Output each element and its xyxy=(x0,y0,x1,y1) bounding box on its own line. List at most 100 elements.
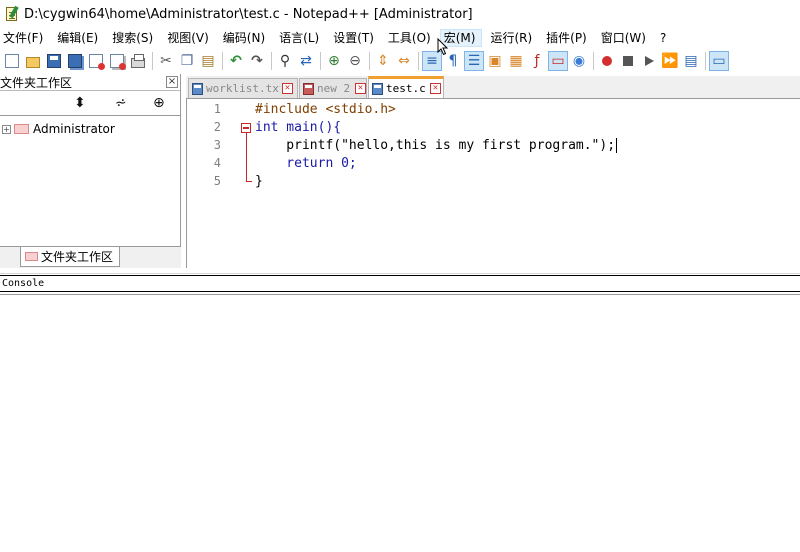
saved-file-icon xyxy=(372,82,383,95)
toolbar-separator xyxy=(705,52,706,70)
toolbar-separator xyxy=(369,52,370,70)
open-file-icon[interactable] xyxy=(23,51,43,71)
code-line: } xyxy=(255,173,263,191)
code-editor[interactable]: 1 2 3 4 5 #include <stdio.h> int main(){… xyxy=(186,98,800,268)
close-icon[interactable]: ✕ xyxy=(430,83,441,94)
tab-new-2[interactable]: new 2 ✕ xyxy=(299,78,367,98)
unsaved-file-icon xyxy=(303,82,314,95)
sync-vertical-icon[interactable]: ⇕ xyxy=(373,51,393,71)
doc-map-icon[interactable]: ▦ xyxy=(506,51,526,71)
close-icon[interactable]: ✕ xyxy=(355,83,366,94)
tree-item[interactable]: + Administrator xyxy=(2,121,115,137)
line-number: 4 xyxy=(213,156,221,170)
folder-tree: + Administrator xyxy=(0,118,180,242)
print-icon[interactable] xyxy=(128,51,148,71)
copy-icon[interactable]: ❐ xyxy=(177,51,197,71)
panel-tab[interactable]: 文件夹工作区 xyxy=(20,247,121,267)
tab-worklist[interactable]: worklist.txt ✕ xyxy=(188,78,298,98)
menu-plugins[interactable]: 插件(P) xyxy=(543,29,593,47)
tree-item-label: Administrator xyxy=(33,122,115,136)
stop-record-icon[interactable] xyxy=(618,51,638,71)
toolbar-separator xyxy=(271,52,272,70)
toolbar-separator xyxy=(593,52,594,70)
menu-file[interactable]: 文件(F) xyxy=(0,29,49,47)
folder-icon xyxy=(14,124,29,134)
panel-title-bar: 文件夹工作区 × xyxy=(0,74,180,91)
close-icon[interactable]: ✕ xyxy=(282,83,293,94)
collapse-all-icon[interactable]: ⩫ xyxy=(115,96,127,110)
panel-tab-label: 文件夹工作区 xyxy=(41,250,114,264)
notepad-plus-plus-icon xyxy=(4,5,20,22)
find-icon[interactable]: ⚲ xyxy=(275,51,295,71)
line-number-gutter: 1 2 3 4 5 xyxy=(187,99,225,268)
fold-line xyxy=(246,133,247,181)
zoom-in-icon[interactable]: ⊕ xyxy=(324,51,344,71)
expand-all-icon[interactable]: ⬍ xyxy=(74,96,86,110)
panel-tab-bar: 文件夹工作区 xyxy=(0,246,181,268)
toolbar-separator xyxy=(152,52,153,70)
line-number: 2 xyxy=(213,120,221,134)
toolbar-separator xyxy=(320,52,321,70)
indent-guide-icon[interactable]: ☰ xyxy=(464,51,484,71)
menu-settings[interactable]: 设置(T) xyxy=(330,29,380,47)
menu-edit[interactable]: 编辑(E) xyxy=(54,29,104,47)
mouse-cursor-icon xyxy=(437,38,449,56)
tab-label: new 2 xyxy=(317,82,351,95)
panel-splitter[interactable] xyxy=(0,268,800,274)
folder-workspace-icon[interactable]: ▭ xyxy=(548,51,568,71)
code-line-text: int main(){ xyxy=(255,120,342,135)
save-icon[interactable] xyxy=(44,51,64,71)
code-line: printf("hello,this is my first program."… xyxy=(255,137,618,155)
console-icon[interactable]: ▭ xyxy=(709,51,729,71)
menu-search[interactable]: 搜索(S) xyxy=(109,29,159,47)
fold-collapse-icon[interactable] xyxy=(241,123,251,133)
menu-help[interactable]: ? xyxy=(657,29,672,47)
replace-icon[interactable]: ⇄ xyxy=(296,51,316,71)
tab-test-c[interactable]: test.c ✕ xyxy=(368,76,444,98)
close-all-icon[interactable] xyxy=(107,51,127,71)
line-number: 5 xyxy=(213,174,221,188)
function-list-icon[interactable]: ƒ xyxy=(527,51,547,71)
paste-icon[interactable]: ▤ xyxy=(198,51,218,71)
menu-run[interactable]: 运行(R) xyxy=(487,29,538,47)
saved-file-icon xyxy=(192,82,203,95)
line-number: 3 xyxy=(213,138,221,152)
tab-label: test.c xyxy=(386,82,426,95)
save-all-icon[interactable] xyxy=(65,51,85,71)
monitoring-icon[interactable]: ◉ xyxy=(569,51,589,71)
line-number: 1 xyxy=(213,102,221,116)
menu-language[interactable]: 语言(L) xyxy=(276,29,325,47)
close-icon[interactable] xyxy=(86,51,106,71)
document-tab-bar: worklist.txt ✕ new 2 ✕ test.c ✕ xyxy=(186,76,800,98)
expand-icon[interactable]: + xyxy=(2,124,11,134)
run-macro-multiple-icon[interactable]: ⏩ xyxy=(660,51,680,71)
redo-icon[interactable]: ↷ xyxy=(247,51,267,71)
menu-view[interactable]: 视图(V) xyxy=(164,29,215,47)
sync-horizontal-icon[interactable]: ⇔ xyxy=(394,51,414,71)
close-icon[interactable]: × xyxy=(166,76,178,88)
panel-title: 文件夹工作区 xyxy=(0,75,73,90)
menu-window[interactable]: 窗口(W) xyxy=(598,29,652,47)
console-output[interactable] xyxy=(0,294,800,552)
window-title: D:\cygwin64\home\Administrator\test.c - … xyxy=(24,6,473,22)
code-line: int main(){ xyxy=(255,119,341,137)
text-caret xyxy=(616,138,618,153)
save-macro-icon[interactable]: ▤ xyxy=(681,51,701,71)
user-language-icon[interactable]: ▣ xyxy=(485,51,505,71)
play-macro-icon[interactable] xyxy=(639,51,659,71)
toolbar: ✂ ❐ ▤ ↶ ↷ ⚲ ⇄ ⊕ ⊖ ⇕ ⇔ ≡ ¶ ☰ ▣ ▦ ƒ ▭ ◉ ⏩ … xyxy=(0,48,800,74)
locate-file-icon[interactable]: ⊕ xyxy=(153,96,165,110)
title-bar: D:\cygwin64\home\Administrator\test.c - … xyxy=(0,0,800,28)
code-line: #include <stdio.h> xyxy=(255,101,396,119)
menu-encoding[interactable]: 编码(N) xyxy=(220,29,271,47)
menu-tools[interactable]: 工具(O) xyxy=(385,29,437,47)
record-macro-icon[interactable] xyxy=(597,51,617,71)
new-file-icon[interactable] xyxy=(2,51,22,71)
zoom-out-icon[interactable]: ⊖ xyxy=(345,51,365,71)
code-line-text: return 0; xyxy=(255,156,357,171)
undo-icon[interactable]: ↶ xyxy=(226,51,246,71)
cut-icon[interactable]: ✂ xyxy=(156,51,176,71)
menu-bar: 文件(F) 编辑(E) 搜索(S) 视图(V) 编码(N) 语言(L) 设置(T… xyxy=(0,28,800,48)
toolbar-separator xyxy=(222,52,223,70)
code-line-text: #include <stdio.h> xyxy=(255,102,396,117)
